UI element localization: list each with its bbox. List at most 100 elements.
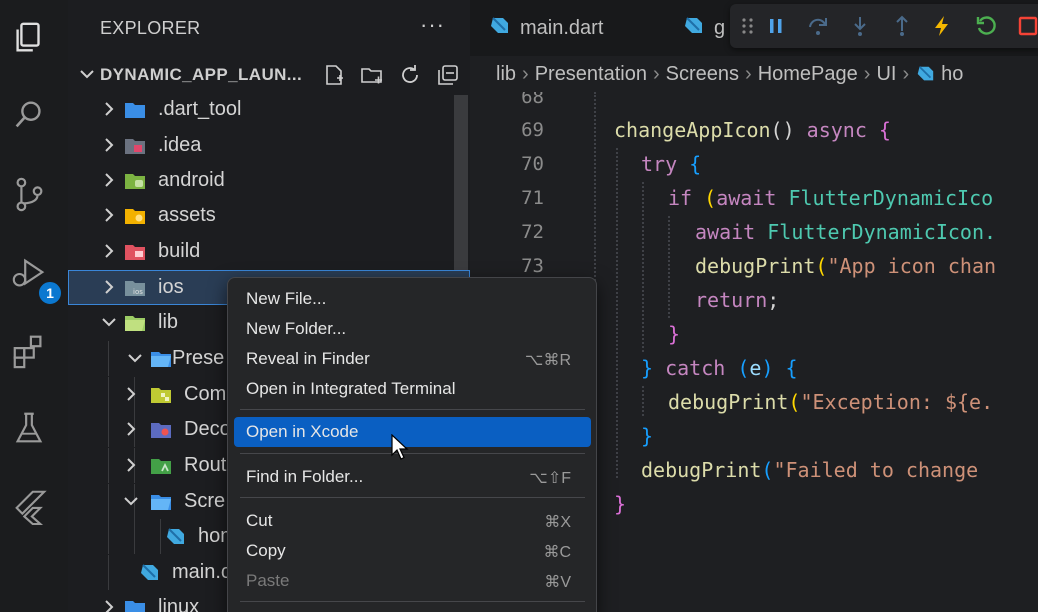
folder-blue-icon (124, 597, 146, 612)
folder-build-icon (124, 241, 146, 263)
root-folder-label: DYNAMIC_APP_LAUN... (100, 65, 303, 84)
menu-item-find-in-folder[interactable]: Find in Folder... ⌥⇧F (234, 462, 591, 492)
new-folder-icon[interactable] (356, 61, 388, 89)
hot-reload-lightning-icon[interactable] (928, 12, 956, 40)
tree-item-label: Deco (184, 418, 231, 440)
folder-decoration-icon (150, 419, 172, 441)
breadcrumb: lib › Presentation › Screens › HomePage › UI… (470, 56, 1038, 92)
source-control-icon[interactable] (9, 174, 49, 214)
indent-guide (642, 386, 644, 416)
chevron-right-icon: › (902, 62, 910, 85)
chevron-right-icon: › (652, 62, 660, 85)
tree-item-label: android (158, 169, 225, 191)
indent-guide (108, 412, 109, 447)
search-icon[interactable] (9, 95, 49, 135)
pause-icon[interactable] (762, 12, 790, 40)
folder-lib-icon (124, 312, 146, 334)
tab-main-dart[interactable]: main.dart (488, 0, 603, 56)
code-line: } (668, 322, 681, 346)
folder-idea-icon (124, 135, 146, 157)
tree-item-label: ios (158, 276, 184, 298)
tab-second[interactable]: g (682, 0, 725, 56)
indent-guide (108, 519, 109, 554)
chevron-down-icon (74, 61, 100, 92)
indent-guide (108, 377, 109, 412)
code-line: debugPrint("App icon chan (695, 254, 997, 278)
indent-guide (108, 448, 109, 483)
restart-icon[interactable] (972, 12, 1000, 40)
indent-guide (108, 555, 109, 590)
explorer-root-folder[interactable]: DYNAMIC_APP_LAUN... (68, 58, 470, 92)
chevron-down-icon (124, 347, 146, 374)
folder-blue-icon (150, 491, 172, 513)
breadcrumb-item[interactable]: Presentation (535, 63, 647, 86)
step-into-icon[interactable] (846, 12, 874, 40)
breadcrumb-item[interactable]: lib (496, 63, 516, 86)
code-line: changeAppIcon() async { (614, 118, 891, 142)
folder-blue-icon (124, 99, 146, 121)
collapse-all-icon[interactable] (432, 61, 464, 89)
tree-item-label: build (158, 240, 201, 262)
tree-item-label: Prese (172, 347, 225, 369)
chevron-right-icon (98, 276, 120, 303)
dart-file-icon (488, 15, 510, 42)
folder-ios-icon: ios (124, 277, 146, 299)
tree-item-label: assets (158, 204, 216, 226)
breadcrumb-item[interactable]: Screens (666, 63, 739, 86)
line-number: 73 (521, 255, 544, 277)
menu-item-open-in-xcode[interactable]: Open in Xcode (234, 417, 591, 447)
menu-item-copy[interactable]: Copy ⌘C (234, 536, 591, 566)
chevron-right-icon (120, 383, 142, 410)
indent-guide (108, 484, 109, 519)
tree-item-label: main.c (172, 561, 231, 583)
tree-item-android[interactable]: android (68, 163, 470, 198)
tree-item-label: .dart_tool (158, 98, 242, 120)
breadcrumb-item[interactable]: UI (876, 63, 896, 86)
menu-item-cut[interactable]: Cut ⌘X (234, 506, 591, 536)
breadcrumb-item[interactable]: HomePage (758, 63, 858, 86)
menu-item-new-file[interactable]: New File... (234, 284, 591, 314)
more-actions-icon[interactable]: ··· (420, 12, 445, 38)
breadcrumb-item[interactable]: ho (941, 63, 963, 86)
testing-flask-icon[interactable] (9, 408, 49, 448)
tree-item-label: linux (158, 596, 200, 612)
tree-item-idea[interactable]: .idea (68, 128, 470, 163)
drag-handle-icon[interactable] (734, 12, 762, 40)
indent-guide (616, 148, 618, 478)
dart-file-icon (138, 562, 160, 584)
line-number: 69 (521, 119, 544, 141)
step-out-icon[interactable] (888, 12, 916, 40)
new-file-icon[interactable] (318, 61, 350, 89)
tree-item-build[interactable]: build (68, 234, 470, 269)
menu-item-reveal-in-finder[interactable]: Reveal in Finder ⌥⌘R (234, 344, 591, 374)
line-number: 70 (521, 153, 544, 175)
code-line: if (await FlutterDynamicIco (668, 186, 994, 210)
menu-item-new-folder[interactable]: New Folder... (234, 314, 591, 344)
dart-file-icon (915, 64, 935, 84)
menu-item-open-terminal[interactable]: Open in Integrated Terminal (234, 374, 591, 404)
indent-guide (108, 341, 109, 376)
folder-blue-icon (150, 348, 172, 370)
explorer-files-icon[interactable] (9, 18, 49, 58)
explorer-title: EXPLORER (100, 18, 201, 38)
code-line: debugPrint("Exception: ${e. (668, 390, 994, 414)
line-number: 71 (521, 187, 544, 209)
refresh-icon[interactable] (394, 61, 426, 89)
extensions-icon[interactable] (9, 330, 49, 370)
tree-item-assets[interactable]: assets (68, 198, 470, 233)
code-line: debugPrint("Failed to change (641, 458, 991, 482)
folder-assets-icon (124, 205, 146, 227)
chevron-right-icon (98, 169, 120, 196)
chevron-right-icon (120, 454, 142, 481)
tree-item-dart-tool[interactable]: .dart_tool (68, 92, 470, 127)
stop-icon[interactable] (1014, 12, 1038, 40)
tree-item-label: .idea (158, 134, 202, 156)
menu-divider (240, 453, 585, 454)
chevron-down-icon (120, 490, 142, 517)
flutter-icon[interactable] (9, 486, 49, 526)
step-over-icon[interactable] (804, 12, 832, 40)
chevron-right-icon (98, 240, 120, 267)
run-debug-icon[interactable]: 1 (9, 254, 63, 306)
code-line: return; (695, 288, 780, 312)
menu-item-paste[interactable]: Paste ⌘V (234, 566, 591, 596)
